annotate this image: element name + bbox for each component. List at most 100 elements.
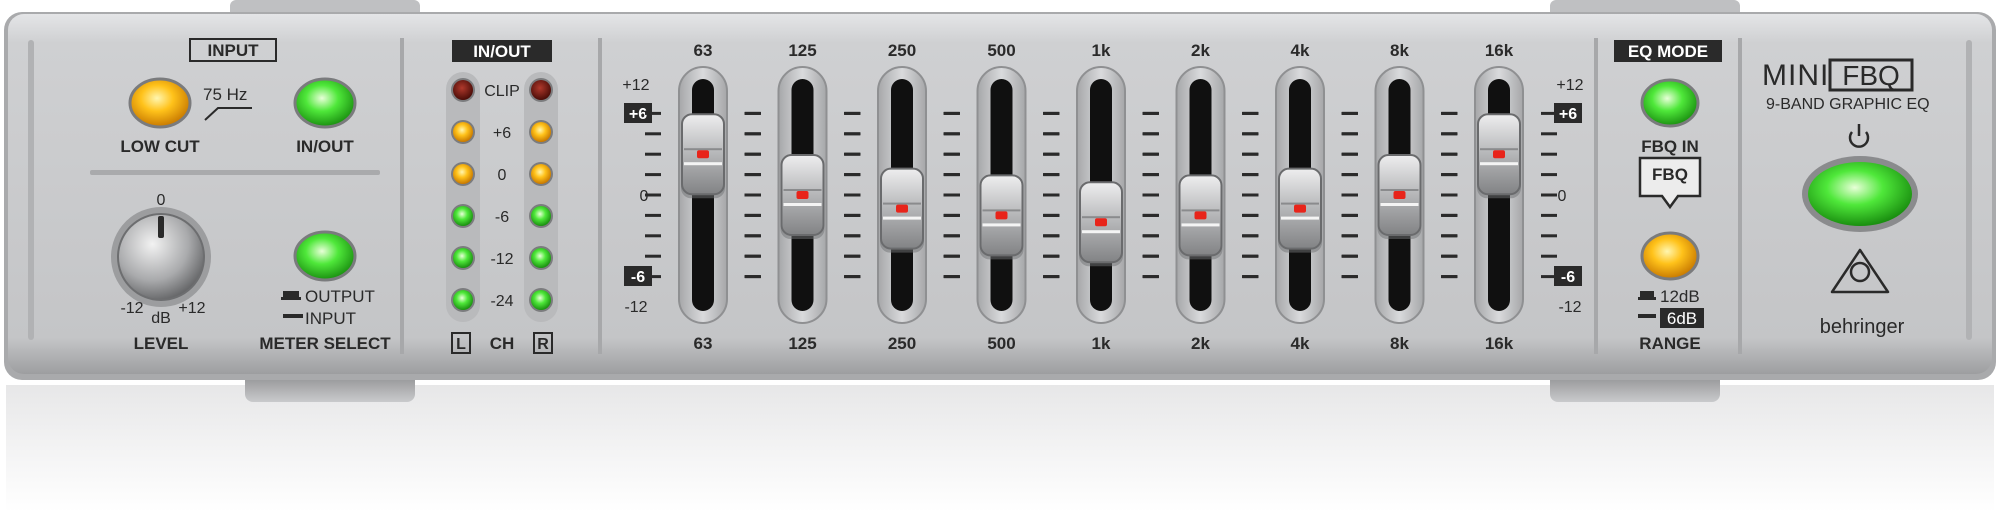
band-label-bottom: 2k — [1191, 334, 1210, 353]
input-inout-button[interactable] — [293, 77, 357, 129]
fader-tick — [1242, 132, 1258, 136]
band-label-bottom: 8k — [1390, 334, 1409, 353]
divider-3 — [1594, 38, 1598, 354]
band-label-bottom: 250 — [888, 334, 916, 353]
fbq-in-button[interactable] — [1640, 78, 1700, 128]
meter-scale-label: -24 — [490, 293, 513, 310]
fader-tick — [1541, 213, 1557, 217]
fader-cap-highlight — [1082, 230, 1120, 234]
fader-tick — [1242, 234, 1258, 238]
fader-tick — [1242, 213, 1258, 217]
fader-tick — [1441, 173, 1457, 177]
band-label-top: 250 — [888, 41, 916, 60]
fader-tick — [844, 234, 860, 238]
band-label-top: 63 — [694, 41, 713, 60]
range-button[interactable] — [1640, 231, 1700, 281]
fader-tick — [1242, 193, 1258, 197]
fader-cap-groove — [1480, 148, 1518, 151]
meter-right-led-4 — [531, 248, 551, 268]
fader-tick — [943, 275, 960, 279]
scale-left-bottom: -12 — [624, 299, 647, 316]
fader-tick — [1142, 234, 1159, 238]
fader-tick — [645, 132, 661, 136]
fader-cap-groove — [1181, 209, 1220, 212]
range-6: 6dB — [1667, 309, 1697, 328]
band-label-bottom: 16k — [1485, 334, 1514, 353]
brand-maker: behringer — [1820, 316, 1905, 338]
meter-left-led-1 — [453, 122, 473, 142]
lowcut-button[interactable] — [128, 77, 192, 129]
fader-cap-groove — [1380, 189, 1419, 191]
fader-cap-highlight — [1181, 223, 1220, 227]
lowcut-label: LOW CUT — [120, 137, 200, 156]
model-left: MINI — [1762, 59, 1829, 92]
fader-tick — [1441, 213, 1457, 217]
meter-right-led-1 — [531, 122, 551, 142]
fader-cap-indicator — [796, 191, 809, 199]
meter-scale-label: 0 — [498, 167, 507, 184]
fader-tick — [1441, 132, 1457, 136]
fader-tick — [943, 213, 960, 217]
fader-tick — [1441, 254, 1457, 258]
fader-tick — [844, 213, 860, 217]
fader-cap-groove — [1281, 202, 1319, 205]
meter-right-led-5 — [531, 290, 551, 310]
band-label-top: 8k — [1390, 41, 1409, 60]
fader-tick — [943, 152, 960, 156]
fader-tick — [1441, 152, 1457, 156]
fader-tick — [1541, 152, 1557, 156]
power-button[interactable] — [1808, 162, 1912, 226]
eqmode-header: EQ MODE — [1628, 42, 1708, 61]
fader-tick — [1242, 111, 1258, 115]
fader-tick — [1142, 132, 1159, 136]
fader-tick — [943, 132, 960, 136]
fbq-in-label: FBQ IN — [1641, 137, 1699, 156]
scale-right-bottom: -12 — [1558, 299, 1581, 316]
fader-tick — [844, 254, 860, 258]
level-label: LEVEL — [134, 334, 189, 353]
fader-tick — [1541, 173, 1557, 177]
meter-select-button[interactable] — [293, 230, 357, 282]
meters-header: IN/OUT — [473, 42, 531, 61]
fader-tick — [1541, 111, 1557, 115]
fader-tick — [645, 152, 661, 156]
fader-tick — [943, 111, 960, 115]
scale-right-mid: 0 — [1558, 188, 1567, 205]
fader-tick — [943, 173, 960, 177]
fader-tick — [1043, 111, 1059, 115]
fader-tick — [1242, 275, 1258, 279]
fader-cap-highlight — [883, 216, 921, 220]
fader-cap-indicator — [1393, 191, 1406, 199]
fader-tick — [645, 234, 661, 238]
scale-left-lo: -6 — [631, 269, 645, 286]
meter-scale-label: -6 — [495, 209, 509, 226]
fader-tick — [744, 254, 761, 258]
fader-cap-highlight — [1380, 203, 1419, 206]
fader-cap-indicator — [697, 150, 709, 159]
fader-tick — [744, 193, 761, 197]
panel-ridge-left — [28, 40, 34, 340]
fader-tick — [1341, 132, 1358, 136]
meter-right-strip — [524, 72, 558, 322]
band-label-bottom: 500 — [987, 334, 1015, 353]
meter-left-led-3 — [453, 206, 473, 226]
fader-tick — [844, 275, 860, 279]
level-knob-pointer — [158, 216, 164, 238]
fader-tick — [1142, 254, 1159, 258]
range-label: RANGE — [1639, 334, 1700, 353]
ch-right: R — [537, 336, 549, 353]
mini-fbq-front-panel: INPUT LOW CUT 75 Hz IN/OUT 0 -12 dB +12 … — [4, 0, 1996, 512]
fader-cap-indicator — [995, 211, 1008, 220]
fbq-badge: FBQ — [1652, 165, 1688, 184]
fader-tick — [844, 132, 860, 136]
meter-left-led-0 — [453, 80, 473, 100]
fader-tick — [1242, 173, 1258, 177]
fader-tick — [744, 234, 761, 238]
divider-2 — [598, 38, 602, 354]
panel-reflection — [6, 385, 1994, 512]
meter-scale-label: +6 — [493, 125, 511, 142]
band-label-top: 2k — [1191, 41, 1210, 60]
meter-select-label: METER SELECT — [259, 334, 391, 353]
fader-tick — [1142, 152, 1159, 156]
ch-left: L — [456, 336, 466, 353]
